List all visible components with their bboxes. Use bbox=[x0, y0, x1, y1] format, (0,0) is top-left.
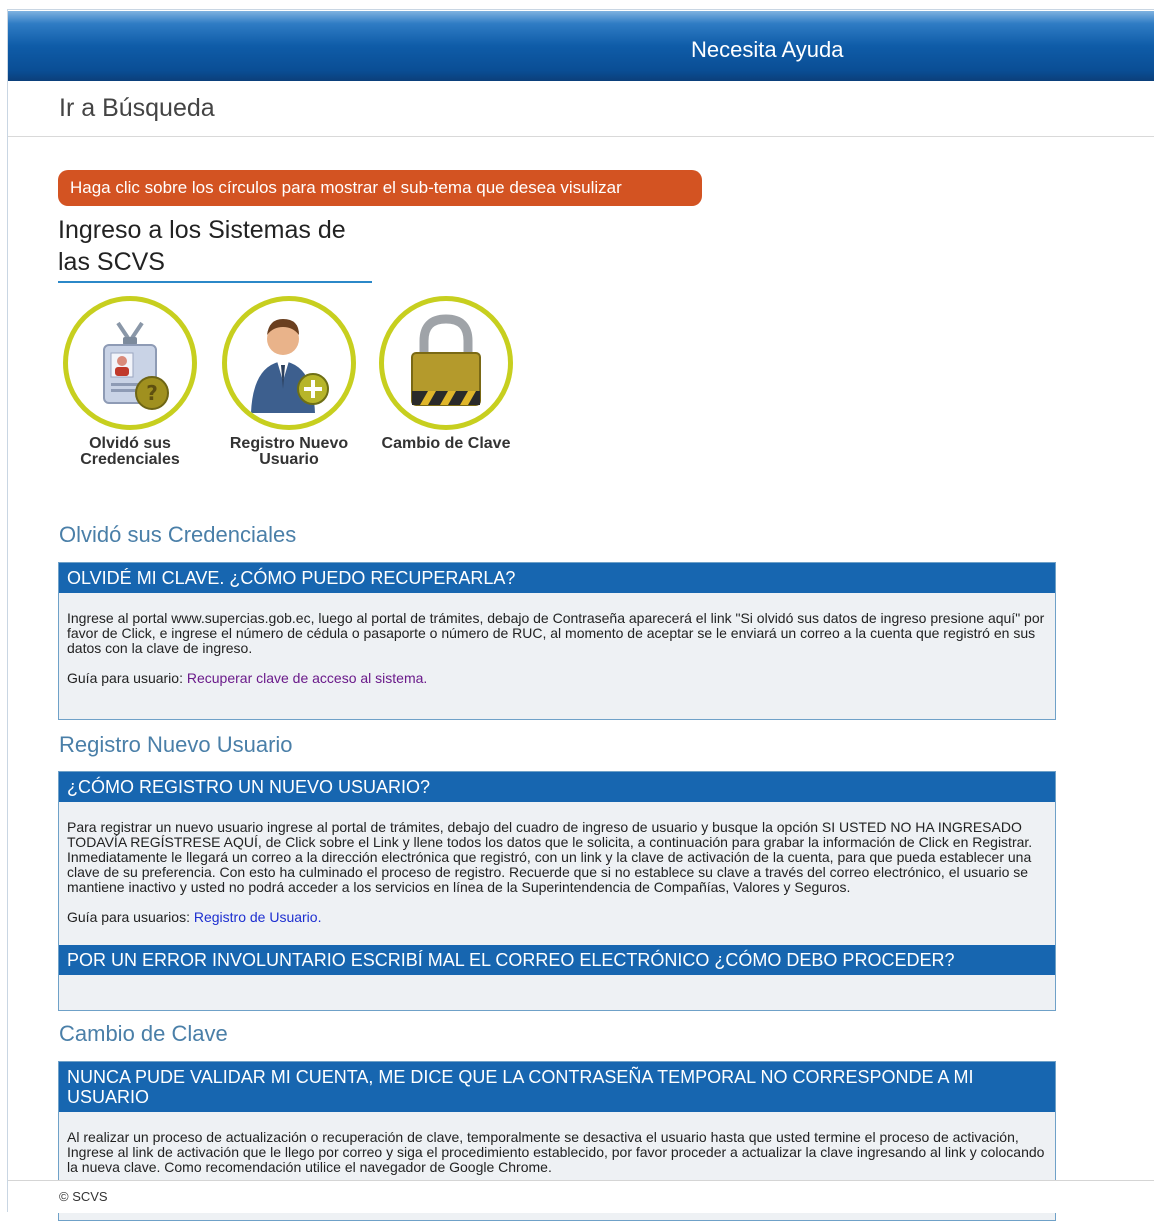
breadcrumb-row: Ir a Búsqueda bbox=[8, 82, 1154, 137]
section-heading-forgot: Olvidó sus Credenciales bbox=[59, 522, 297, 547]
page-title: Ingreso a los Sistemas de las SCVS bbox=[58, 214, 372, 283]
go-to-search-link[interactable]: Ir a Búsqueda bbox=[59, 94, 215, 123]
faq-answer: Para registrar un nuevo usuario ingrese … bbox=[59, 802, 1055, 945]
user-add-icon[interactable] bbox=[222, 296, 356, 430]
faq-answer-text: Para registrar un nuevo usuario ingrese … bbox=[67, 819, 1033, 895]
section-heading-register: Registro Nuevo Usuario bbox=[59, 732, 293, 757]
topic-change-password[interactable]: Cambio de Clave bbox=[366, 296, 526, 452]
faq-panel-register: ¿CÓMO REGISTRO UN NUEVO USUARIO? Para re… bbox=[58, 771, 1056, 1011]
guide-line: Guía para usuario: Recuperar clave de ac… bbox=[67, 671, 1047, 686]
guide-prefix: Guía para usuarios: bbox=[67, 909, 194, 925]
footer: © SCVS bbox=[8, 1180, 1154, 1213]
faq-question[interactable]: ¿CÓMO REGISTRO UN NUEVO USUARIO? bbox=[59, 772, 1055, 802]
copyright: © SCVS bbox=[59, 1189, 108, 1204]
svg-text:?: ? bbox=[146, 381, 158, 405]
id-badge-question-icon[interactable]: ? bbox=[63, 296, 197, 430]
topic-label: Olvidó sus Credenciales bbox=[80, 435, 180, 468]
faq-question[interactable]: POR UN ERROR INVOLUNTARIO ESCRIBÍ MAL EL… bbox=[59, 945, 1055, 975]
guide-prefix: Guía para usuario: bbox=[67, 670, 187, 686]
faq-question[interactable]: NUNCA PUDE VALIDAR MI CUENTA, ME DICE QU… bbox=[59, 1062, 1055, 1112]
faq-panel-forgot: OLVIDÉ MI CLAVE. ¿CÓMO PUEDO RECUPERARLA… bbox=[58, 562, 1056, 720]
topic-label: Registro Nuevo Usuario bbox=[229, 435, 349, 468]
topic-new-user[interactable]: Registro Nuevo Usuario bbox=[209, 296, 369, 468]
faq-answer-text: Al realizar un proceso de actualización … bbox=[67, 1129, 1045, 1175]
faq-answer-text: Ingrese al portal www.supercias.gob.ec, … bbox=[67, 610, 1045, 656]
guide-link[interactable]: Registro de Usuario. bbox=[194, 909, 322, 925]
faq-question[interactable]: OLVIDÉ MI CLAVE. ¿CÓMO PUEDO RECUPERARLA… bbox=[59, 563, 1055, 593]
instruction-banner: Haga clic sobre los círculos para mostra… bbox=[58, 170, 702, 206]
frame-top-border bbox=[7, 9, 1154, 10]
frame-left-border bbox=[7, 10, 8, 1212]
topic-label: Cambio de Clave bbox=[381, 435, 511, 452]
topic-forgot-credentials[interactable]: ? Olvidó sus Credenciales bbox=[50, 296, 210, 468]
top-banner: Necesita Ayuda bbox=[8, 11, 1154, 81]
padlock-icon[interactable] bbox=[379, 296, 513, 430]
section-heading-change: Cambio de Clave bbox=[59, 1021, 228, 1046]
help-link[interactable]: Necesita Ayuda bbox=[691, 37, 843, 63]
guide-line: Guía para usuarios: Registro de Usuario. bbox=[67, 910, 1047, 925]
guide-link[interactable]: Recuperar clave de acceso al sistema. bbox=[187, 670, 427, 686]
faq-answer: Ingrese al portal www.supercias.gob.ec, … bbox=[59, 593, 1055, 711]
